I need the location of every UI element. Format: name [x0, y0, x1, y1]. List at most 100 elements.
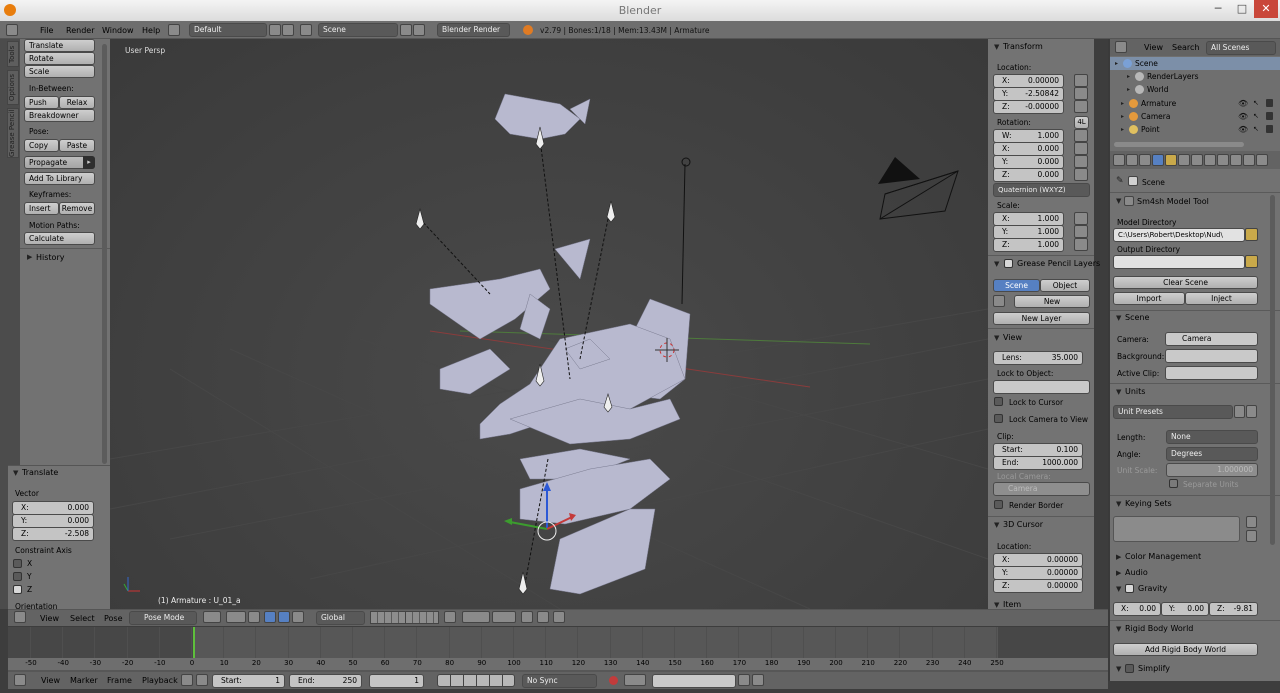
background-field[interactable] — [1165, 349, 1258, 363]
pencil-icon[interactable] — [993, 295, 1005, 307]
gp-collapse-icon[interactable]: ▼ — [994, 260, 999, 268]
gp-layers-checkbox[interactable] — [1004, 259, 1013, 268]
clear-scene-button[interactable]: Clear Scene — [1113, 276, 1258, 289]
scale-field-2[interactable]: Z: 1.000 — [993, 238, 1064, 252]
timeline-marker-menu[interactable]: Marker — [70, 676, 98, 685]
unit-presets-select[interactable]: Unit Presets — [1113, 405, 1233, 419]
keying-collapse-icon[interactable]: ▼ — [1116, 500, 1121, 508]
sync-select[interactable]: No Sync — [522, 674, 597, 688]
outliner-item-armature[interactable]: Armature — [1141, 99, 1176, 108]
timeline-frame-menu[interactable]: Frame — [107, 676, 132, 685]
units-panel-header[interactable]: Units — [1125, 387, 1145, 396]
output-dir-input[interactable] — [1113, 255, 1245, 269]
gp-object-tab[interactable]: Object — [1040, 279, 1090, 292]
preview-range-icon[interactable] — [181, 674, 193, 686]
outliner-editor-icon[interactable] — [1115, 41, 1127, 53]
rotation-mode-select[interactable]: Quaternion (WXYZ) — [993, 183, 1090, 197]
rotate-button[interactable]: Rotate — [24, 52, 95, 65]
scale-manipulator-icon[interactable] — [292, 611, 304, 623]
properties-tab-icon-6[interactable] — [1191, 154, 1203, 166]
vector-z-field[interactable]: Z: -2.508 — [12, 527, 94, 541]
paste-button[interactable]: Paste — [59, 139, 95, 152]
tab-options[interactable]: Options — [7, 70, 19, 105]
operator-collapse-icon[interactable]: ▼ — [13, 469, 18, 477]
properties-tab-icon-7[interactable] — [1204, 154, 1216, 166]
tab-grease-pencil[interactable]: Grease Pencil — [7, 108, 19, 158]
rotation-field-2[interactable]: Y: 0.000 — [993, 155, 1064, 169]
translate-manipulator-icon[interactable] — [264, 611, 276, 623]
layers-grid-icon[interactable] — [405, 611, 439, 624]
render-border-checkbox[interactable] — [994, 500, 1003, 509]
start-frame-field[interactable]: Start: 1 — [212, 674, 285, 688]
scale-field-1[interactable]: Y: 1.000 — [993, 225, 1064, 239]
renderable-icon[interactable] — [1266, 111, 1273, 120]
maximize-button[interactable]: □ — [1230, 0, 1254, 18]
remove-scene-icon[interactable] — [413, 24, 425, 36]
current-frame-field[interactable]: 1 — [369, 674, 424, 688]
keying-sets-list[interactable] — [1113, 516, 1240, 542]
orientation-select[interactable]: Global — [316, 611, 365, 625]
pivot-icon[interactable] — [226, 611, 246, 623]
add-rigid-body-button[interactable]: Add Rigid Body World — [1113, 643, 1258, 656]
timeline-view-menu[interactable]: View — [41, 676, 60, 685]
rotation-4l-toggle[interactable]: 4L — [1074, 116, 1089, 129]
local-camera-field[interactable]: Camera — [993, 482, 1090, 496]
gravity-x-field[interactable]: X: 0.00 — [1113, 602, 1161, 616]
location-lock-icon[interactable] — [1074, 87, 1088, 100]
add-to-library-button[interactable]: Add To Library — [24, 172, 95, 185]
insert-keyframe-button[interactable]: Insert — [24, 202, 59, 215]
constraint-x-checkbox[interactable] — [13, 559, 22, 568]
camera-field[interactable]: Camera — [1165, 332, 1258, 346]
end-frame-field[interactable]: End: 250 — [289, 674, 362, 688]
rotation-lock-icon[interactable] — [1074, 142, 1088, 155]
inject-button[interactable]: Inject — [1185, 292, 1258, 305]
visibility-icon[interactable]: 👁 — [1238, 125, 1248, 134]
clip-start-field[interactable]: Start: 0.100 — [993, 443, 1083, 457]
visibility-icon[interactable]: 👁 — [1238, 112, 1248, 121]
properties-tab-icon-11[interactable] — [1256, 154, 1268, 166]
timeline-editor-icon[interactable] — [14, 674, 26, 686]
tool-collapse-icon[interactable]: ▼ — [1116, 197, 1121, 205]
breakdowner-button[interactable]: Breakdowner — [24, 109, 95, 122]
viewport-select-menu[interactable]: Select — [70, 614, 95, 623]
push-button[interactable]: Push — [24, 96, 59, 109]
gp-layers-header[interactable]: Grease Pencil Layers — [1017, 259, 1100, 268]
outliner-view-menu[interactable]: View — [1144, 43, 1163, 52]
location-field-2[interactable]: Z: -0.00000 — [993, 100, 1064, 114]
view-collapse-icon[interactable]: ▼ — [994, 334, 999, 342]
gravity-y-field[interactable]: Y: 0.00 — [1161, 602, 1209, 616]
minimize-button[interactable]: ─ — [1206, 0, 1230, 18]
rotation-lock-icon[interactable] — [1074, 129, 1088, 142]
cursor-field-2[interactable]: Z: 0.00000 — [993, 579, 1083, 593]
record-icon[interactable] — [609, 676, 618, 685]
translate-button[interactable]: Translate — [24, 39, 95, 52]
properties-scrollbar[interactable] — [1270, 195, 1275, 545]
properties-tab-icon-3[interactable] — [1152, 154, 1164, 166]
lock-object-field[interactable] — [993, 380, 1090, 394]
add-scene-icon[interactable] — [400, 24, 412, 36]
viewport-pose-menu[interactable]: Pose — [104, 614, 123, 623]
manipulator-toggle-icon[interactable] — [248, 611, 260, 623]
separate-units-checkbox[interactable] — [1169, 479, 1178, 488]
selectable-icon[interactable]: ↖ — [1253, 125, 1259, 133]
gp-new-button[interactable]: New — [1014, 295, 1090, 308]
pin-icon[interactable]: ✎ — [1116, 176, 1124, 186]
menu-render[interactable]: Render — [66, 26, 94, 35]
tab-tools[interactable]: Tools — [7, 41, 19, 67]
gravity-collapse-icon[interactable]: ▼ — [1116, 585, 1121, 593]
model-dir-input[interactable]: C:\Users\Robert\Desktop\Nud\ — [1113, 228, 1245, 242]
lens-field[interactable]: Lens: 35.000 — [993, 351, 1083, 365]
new-layer-button[interactable]: New Layer — [993, 312, 1090, 325]
scale-field-0[interactable]: X: 1.000 — [993, 212, 1064, 226]
location-field-1[interactable]: Y: -2.50842 — [993, 87, 1064, 101]
length-select[interactable]: None — [1166, 430, 1258, 444]
transform-panel-header[interactable]: Transform — [1003, 42, 1043, 51]
simplify-header[interactable]: Simplify — [1138, 664, 1170, 673]
playback-controls[interactable] — [437, 674, 515, 687]
viewport-view-menu[interactable]: View — [40, 614, 59, 623]
toolshelf-scrollbar[interactable] — [102, 44, 107, 464]
active-keying-set-field[interactable] — [652, 674, 736, 688]
outliner-item-scene[interactable]: Scene — [1135, 59, 1158, 68]
viewport-editor-icon[interactable] — [14, 611, 26, 623]
simplify-collapse-icon[interactable]: ▼ — [1116, 665, 1121, 673]
